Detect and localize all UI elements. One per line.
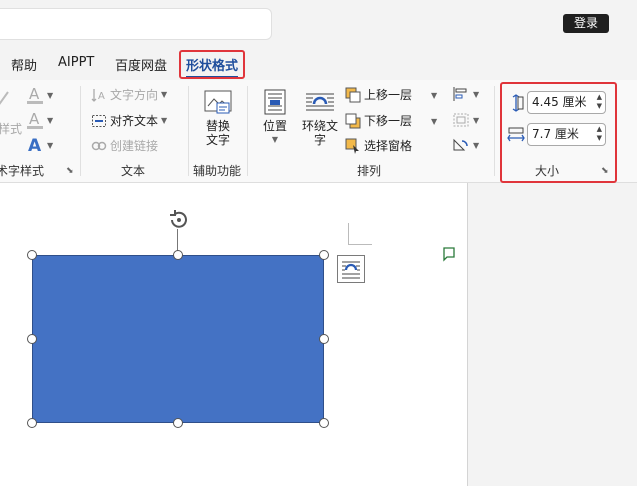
- chevron-down-icon: ▼: [473, 140, 480, 150]
- group-label-wordart: 艺术字样式: [0, 164, 45, 178]
- tab-baidu-netdisk[interactable]: 百度网盘: [115, 55, 167, 74]
- size-group-highlight-box: [500, 82, 617, 183]
- link-icon: [91, 141, 107, 150]
- chevron-down-icon: ▼: [161, 90, 168, 99]
- group-objects-icon: [453, 113, 469, 127]
- text-direction-button[interactable]: A 文字方向 ▼: [91, 86, 167, 103]
- search-box[interactable]: [0, 8, 272, 40]
- ribbon-tab-bar: 帮助 AIPPT 百度网盘 形状格式: [0, 48, 637, 80]
- chevron-down-icon: ▼: [271, 135, 279, 144]
- group-label-text: 文本: [121, 164, 146, 178]
- group-label-accessibility: 辅助功能: [193, 164, 242, 178]
- tab-help[interactable]: 帮助: [11, 55, 37, 74]
- group-label-arrange: 排列: [357, 164, 382, 178]
- chevron-down-icon[interactable]: ▼: [431, 91, 437, 100]
- wrap-text-icon: [306, 93, 334, 111]
- document-canvas[interactable]: [0, 183, 468, 486]
- svg-text:A: A: [28, 136, 42, 155]
- bring-forward-icon: [345, 87, 361, 102]
- alt-text-icon: [204, 90, 232, 114]
- chevron-down-icon: ▼: [473, 89, 480, 99]
- group-objects-button[interactable]: ▼: [452, 112, 479, 128]
- position-button[interactable]: 位置 ▼: [256, 88, 294, 147]
- text-outline-button[interactable]: A ▼: [26, 110, 53, 130]
- svg-text:A: A: [29, 85, 40, 103]
- send-backward-button[interactable]: 下移一层: [345, 112, 412, 129]
- text-fill-icon: A: [27, 85, 43, 104]
- text-direction-icon: A: [91, 88, 105, 102]
- text-effect-icon: A: [28, 136, 42, 155]
- resize-handle-top-left[interactable]: [27, 250, 37, 260]
- tab-aippt[interactable]: AIPPT: [58, 55, 94, 70]
- layout-options-icon: [342, 261, 360, 279]
- resize-handle-bottom-right[interactable]: [319, 418, 329, 428]
- resize-handle-top[interactable]: [173, 250, 183, 260]
- tab-highlight-box: [179, 50, 245, 79]
- chevron-down-icon: ▼: [47, 90, 54, 100]
- dialog-launcher-icon[interactable]: ⬊: [66, 166, 74, 176]
- group-divider: [247, 86, 248, 176]
- chevron-down-icon[interactable]: ▼: [431, 117, 437, 126]
- right-gray-area: [469, 183, 637, 486]
- selection-pane-icon: [345, 138, 359, 154]
- resize-handle-bottom[interactable]: [173, 418, 183, 428]
- text-outline-icon: A: [27, 110, 43, 129]
- rectangle-shape[interactable]: [32, 255, 324, 423]
- margin-corner-mark: [348, 223, 349, 245]
- resize-handle-bottom-left[interactable]: [27, 418, 37, 428]
- resize-handle-top-right[interactable]: [319, 250, 329, 260]
- resize-handle-left[interactable]: [27, 334, 37, 344]
- login-button[interactable]: 登录: [563, 14, 609, 33]
- group-divider: [80, 86, 81, 176]
- chevron-down-icon: ▼: [473, 115, 480, 125]
- text-effects-button[interactable]: 样式: [0, 120, 22, 137]
- text-effect-button[interactable]: A ▼: [26, 135, 53, 155]
- send-backward-icon: [345, 113, 361, 128]
- align-text-icon: [92, 114, 106, 127]
- text-fill-button[interactable]: A ▼: [26, 85, 53, 105]
- chevron-down-icon: ▼: [47, 115, 54, 125]
- chevron-down-icon: ▼: [161, 116, 168, 125]
- title-bar: 登录: [0, 0, 637, 48]
- wordart-style-partial[interactable]: [0, 90, 10, 108]
- align-button[interactable]: ▼: [452, 86, 479, 102]
- resize-handle-right[interactable]: [319, 334, 329, 344]
- wrap-text-button[interactable]: 环绕文 字: [299, 88, 341, 147]
- svg-text:A: A: [29, 110, 40, 128]
- ribbon: 样式 A ▼ A ▼ A ▼ 艺术字样式 ⬊ A 文字方向 ▼ 对齐文本 ▼ 创…: [0, 80, 637, 183]
- layout-options-button[interactable]: [337, 255, 365, 283]
- chevron-down-icon: ▼: [47, 140, 54, 150]
- rotate-button[interactable]: ▼: [452, 137, 479, 153]
- align-text-button[interactable]: 对齐文本 ▼: [91, 112, 167, 129]
- group-divider: [188, 86, 189, 176]
- pen-icon: [0, 91, 9, 105]
- bring-forward-button[interactable]: 上移一层: [345, 86, 412, 103]
- margin-corner-mark: [348, 244, 372, 245]
- rotate-icon: [453, 138, 468, 151]
- alt-text-button[interactable]: 替换 文字: [198, 88, 238, 147]
- group-divider: [494, 86, 495, 176]
- align-icon: [453, 87, 467, 101]
- add-comment-icon[interactable]: [441, 246, 457, 262]
- selection-pane-button[interactable]: 选择窗格: [345, 137, 412, 154]
- rotate-handle-icon[interactable]: [166, 209, 192, 231]
- position-icon: [264, 89, 286, 115]
- svg-text:A: A: [98, 91, 105, 102]
- create-link-button[interactable]: 创建链接: [91, 137, 158, 154]
